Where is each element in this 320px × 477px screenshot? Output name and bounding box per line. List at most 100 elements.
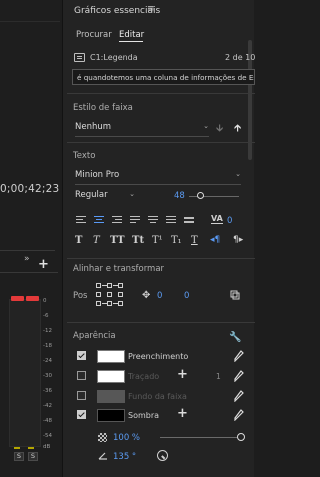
tab-procurar[interactable]: Procurar [76, 30, 112, 40]
chevron-down-icon: ⌄ [129, 190, 135, 198]
faux-bold-icon[interactable]: T [75, 235, 82, 246]
tracking-value[interactable]: 0 [227, 216, 232, 226]
meter-level-left [14, 447, 20, 449]
superscript-icon[interactable]: T¹ [152, 235, 163, 246]
subscript-icon[interactable]: T₁ [171, 235, 182, 246]
font-size-value[interactable]: 48 [174, 191, 185, 201]
shadow-label: Sombra [128, 411, 160, 420]
shadow-opacity-slider-handle[interactable] [237, 433, 245, 441]
shadow-angle-value[interactable]: 135 ° [113, 452, 136, 462]
meter-tick: -36 [43, 388, 52, 394]
fill-row: Preenchimento [77, 350, 253, 363]
tab-editar[interactable]: Editar [119, 30, 144, 40]
timeline-panel: 0;00;42;23 » + 0 -6 -12 -18 -24 -30 -36 … [0, 0, 60, 477]
clip-counter: 2 de 10 [225, 53, 256, 62]
justify-left-icon[interactable] [129, 215, 141, 225]
solo-button-left[interactable]: S [14, 452, 24, 461]
position-move-icon[interactable]: ✥ [142, 290, 150, 301]
track-style-value: Nenhum [75, 122, 112, 132]
shadow-opacity-slider-track[interactable] [160, 437, 240, 438]
shadow-angle-dial[interactable] [157, 450, 168, 461]
add-button[interactable]: + [38, 257, 49, 272]
divider [67, 142, 255, 143]
timeline-header [0, 0, 60, 22]
stroke-width-value[interactable]: 1 [216, 372, 221, 381]
ltr-direction-icon[interactable]: ◂¶ [210, 235, 220, 245]
chevron-down-icon: ⌄ [235, 170, 241, 178]
align-left-icon[interactable] [75, 215, 87, 225]
eyedropper-icon[interactable] [234, 350, 244, 362]
tracking-icon[interactable]: VA [211, 214, 223, 224]
solo-button-right[interactable]: S [28, 452, 38, 461]
panel-menu-icon[interactable]: ≡ [147, 4, 155, 14]
push-style-up-icon[interactable]: 🡱 [234, 121, 241, 138]
rtl-direction-icon[interactable]: ¶▸ [233, 235, 243, 245]
align-grid-icon[interactable] [96, 283, 124, 307]
caption-text-field[interactable]: é quandotemos uma coluna de informações … [72, 69, 255, 85]
align-top-icon[interactable] [183, 215, 195, 225]
shadow-opacity-value[interactable]: 100 % [113, 433, 140, 443]
eyedropper-icon[interactable] [234, 409, 244, 421]
stroke-checkbox[interactable] [77, 371, 86, 380]
divider [67, 93, 255, 94]
background-color-swatch[interactable] [97, 390, 125, 403]
meter-unit: dB [43, 444, 51, 450]
faux-italic-icon[interactable]: T [93, 235, 100, 246]
stroke-row: Traçado + 1 [77, 367, 253, 383]
appearance-label: Aparência [73, 331, 116, 341]
essential-graphics-panel: Gráficos essenciais ≡ Procurar Editar C1… [62, 0, 256, 477]
font-weight-value: Regular [75, 190, 108, 200]
meter-tick: -18 [43, 343, 52, 349]
clip-name: C1:Legenda [90, 53, 138, 62]
track-style-label: Estilo de faixa [73, 103, 133, 113]
underline-icon[interactable]: T [191, 235, 198, 246]
meter-tick: -48 [43, 418, 52, 424]
timecode-display[interactable]: 0;00;42;23 [0, 183, 59, 195]
small-caps-icon[interactable]: Tt [132, 235, 144, 246]
push-style-down-icon[interactable]: 🡳 [216, 121, 223, 138]
fill-color-swatch[interactable] [97, 350, 125, 363]
shadow-color-swatch[interactable] [97, 409, 125, 422]
dropdown-underline [75, 136, 209, 137]
chevron-right-icon[interactable]: » [24, 254, 30, 264]
add-stroke-button[interactable]: + [177, 367, 188, 382]
align-right-icon[interactable] [111, 215, 123, 225]
text-section-label: Texto [73, 151, 96, 161]
position-x-value[interactable]: 0 [157, 291, 162, 301]
audio-meter [9, 299, 41, 447]
opacity-icon [98, 433, 107, 442]
shadow-checkbox[interactable] [77, 410, 86, 419]
font-weight-dropdown[interactable]: Regular ⌄ [75, 190, 135, 202]
position-y-value[interactable]: 0 [184, 291, 189, 301]
font-family-dropdown[interactable]: Minion Pro ⌄ [75, 170, 241, 185]
eyedropper-icon[interactable] [234, 370, 244, 382]
meter-tick: -42 [43, 403, 52, 409]
stroke-color-swatch[interactable] [97, 370, 125, 383]
active-tab-indicator [119, 41, 143, 42]
align-center-icon[interactable] [93, 215, 105, 225]
background-checkbox[interactable] [77, 391, 86, 400]
meter-tick: -54 [43, 433, 52, 439]
background-label: Fundo da faixa [128, 392, 187, 401]
fill-label: Preenchimento [128, 352, 189, 361]
all-caps-icon[interactable]: TT [110, 235, 125, 246]
justify-all-icon[interactable] [165, 215, 177, 225]
align-transform-label: Alinhar e transformar [73, 264, 165, 274]
meter-tick: -24 [43, 358, 52, 364]
divider [0, 250, 55, 251]
divider [0, 272, 58, 273]
fill-checkbox[interactable] [77, 351, 86, 360]
shadow-row: Sombra + [77, 406, 253, 422]
font-size-slider-handle[interactable] [197, 192, 204, 199]
add-shadow-button[interactable]: + [177, 406, 188, 421]
chevron-down-icon: ⌄ [203, 122, 209, 130]
rotation-icon[interactable] [230, 290, 240, 300]
meter-tick: 0 [43, 298, 47, 304]
track-style-dropdown[interactable]: Nenhum ⌄ [75, 122, 209, 137]
background-row: Fundo da faixa [77, 390, 253, 403]
justify-center-icon[interactable] [147, 215, 159, 225]
peak-indicator-right [26, 296, 39, 301]
eyedropper-icon[interactable] [234, 390, 244, 402]
wrench-icon[interactable]: 🔧 [229, 332, 241, 343]
caption-clip-icon [74, 53, 85, 62]
